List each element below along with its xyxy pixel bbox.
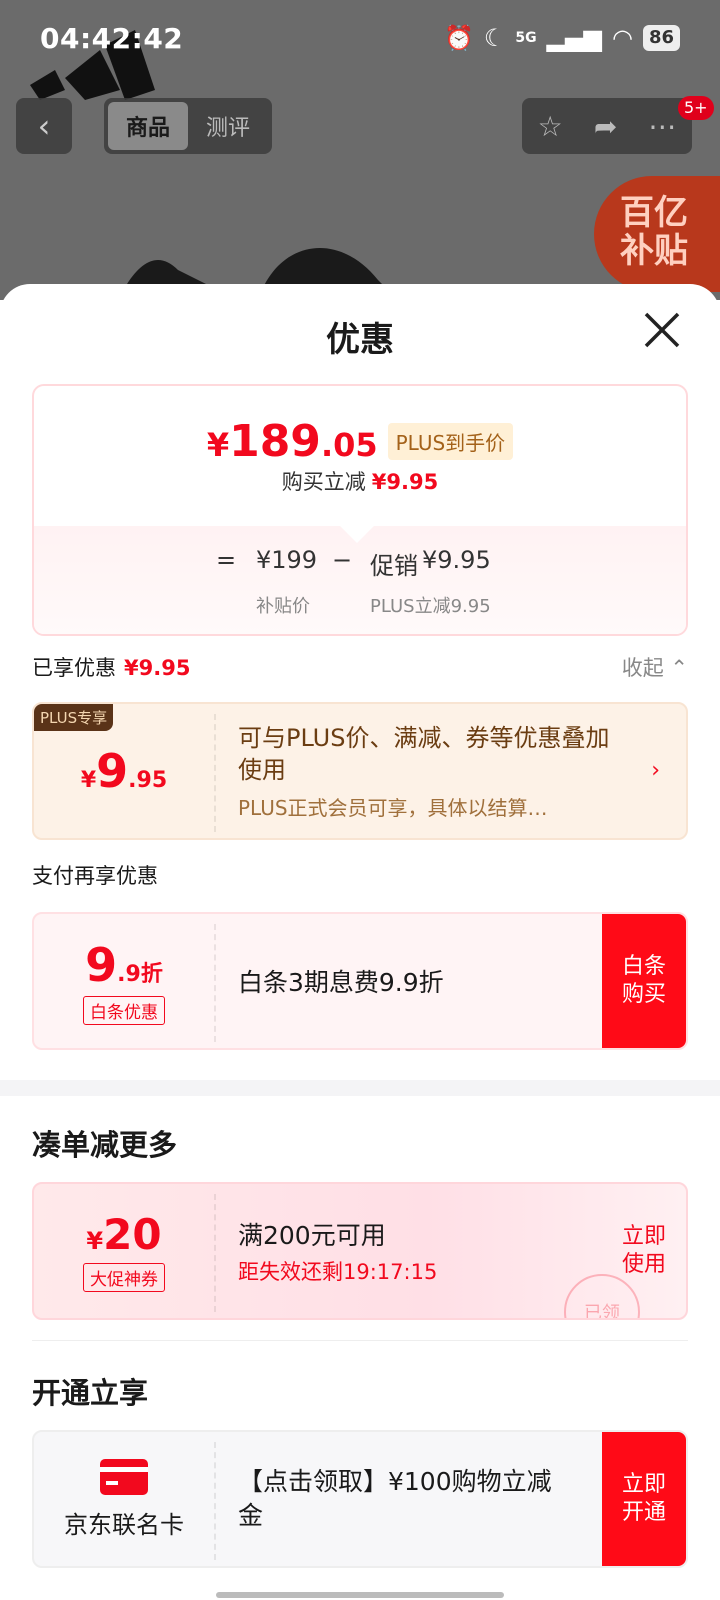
enjoyed-row: 已享优惠 ¥9.95 收起 ⌃: [32, 652, 688, 684]
network-label: 5G: [515, 30, 537, 46]
nav-actions: ☆ ➦ ⋯: [522, 98, 692, 154]
promo-label: 促销: [370, 552, 418, 580]
bundle-section-title: 凑单减更多: [32, 1128, 178, 1162]
status-time: 04:42:42: [40, 22, 184, 55]
minus-sign: −: [332, 546, 353, 574]
product-nav: ‹ 商品 测评 ☆ ➦ ⋯ 5+: [0, 96, 720, 154]
collapse-button[interactable]: 收起 ⌃: [622, 652, 688, 682]
open-card-button[interactable]: 立即开通: [602, 1432, 686, 1566]
battery-indicator: 86: [642, 25, 680, 51]
moon-icon: ☾: [483, 24, 506, 52]
signal-icon: ▂▄▆: [546, 24, 602, 52]
section-divider: [0, 1080, 720, 1096]
plus-coupon-title: 可与PLUS价、满减、券等优惠叠加使用: [238, 723, 610, 784]
close-icon[interactable]: [638, 306, 686, 354]
status-bar: 04:42:42 ⏰ ☾ 5G ▂▄▆ ◠ 86: [0, 0, 720, 80]
chevron-up-icon: ⌃: [670, 656, 688, 680]
baitiao-discount: 9.9折: [85, 937, 163, 992]
plus-coupon[interactable]: PLUS专享 ¥9.95 可与PLUS价、满减、券等优惠叠加使用 PLUS正式会…: [32, 702, 688, 840]
tab-product[interactable]: 商品: [108, 102, 188, 150]
subsidy-line-2: 补贴: [620, 231, 688, 271]
message-badge: 5+: [678, 96, 714, 120]
baitiao-coupon: 9.9折 白条优惠 白条3期息费9.9折 白条购买: [32, 912, 688, 1050]
pay-section-title: 支付再享优惠: [32, 864, 158, 888]
chevron-left-icon: ‹: [37, 107, 51, 145]
share-icon[interactable]: ➦: [594, 110, 617, 143]
promo-caption: PLUS立减9.95: [370, 596, 491, 617]
promo-amount: ¥20: [86, 1210, 162, 1259]
tab-review[interactable]: 测评: [188, 102, 268, 150]
alarm-icon: ⏰: [443, 24, 474, 52]
use-now-button[interactable]: 立即使用: [602, 1184, 686, 1318]
baitiao-coupon-title: 白条3期息费9.9折: [238, 968, 444, 997]
cobrand-card-coupon: 京东联名卡 【点击领取】¥100购物立减金 立即开通: [32, 1430, 688, 1568]
sheet-title: 优惠: [326, 320, 394, 360]
equals-sign: =: [216, 546, 237, 574]
credit-card-icon: [100, 1458, 148, 1495]
star-icon[interactable]: ☆: [538, 110, 563, 143]
subsidy-badge: 百亿 补贴: [594, 176, 720, 292]
plus-discount-amount: ¥9.95: [80, 744, 168, 798]
baitiao-tag: 白条优惠: [83, 995, 165, 1025]
card-offer-title: 【点击领取】¥100购物立减金: [238, 1467, 552, 1530]
separator: [32, 1340, 688, 1341]
chevron-right-icon: ›: [651, 758, 660, 783]
promo-value: ¥9.95: [422, 546, 491, 574]
subsidy-line-1: 百亿: [620, 193, 688, 233]
status-icons: ⏰ ☾ 5G ▂▄▆ ◠ 86: [444, 24, 680, 52]
card-name: 京东联名卡: [64, 1510, 184, 1539]
home-indicator: [216, 1592, 504, 1598]
more-icon[interactable]: ⋯: [648, 110, 676, 143]
instant-discount: 购买立减 ¥9.95: [281, 470, 439, 494]
plus-price-tag: PLUS到手价: [387, 423, 514, 460]
plus-coupon-desc: PLUS正式会员可享，具体以结算…: [238, 795, 548, 820]
subsidy-caption: 补贴价: [256, 596, 310, 617]
price-breakdown: = ¥199 − 促销 ¥9.95 补贴价 PLUS立减9.95: [34, 526, 686, 634]
promo-coupon: ¥20 大促神券 满200元可用 距失效还剩19:17:15 已领 立即使用: [32, 1182, 688, 1320]
back-button[interactable]: ‹: [16, 98, 72, 154]
wifi-icon: ◠: [611, 24, 633, 52]
price-card: ¥189.05 PLUS到手价 购买立减 ¥9.95 = ¥199 − 促销 ¥9…: [32, 384, 688, 636]
product-tabs: 商品 测评: [104, 98, 272, 154]
enjoyed-label: 已享优惠 ¥9.95: [32, 656, 191, 680]
open-section-title: 开通立享: [32, 1376, 149, 1410]
baitiao-buy-button[interactable]: 白条购买: [602, 914, 686, 1048]
promo-tag: 大促神券: [83, 1263, 165, 1292]
final-price: ¥189.05: [206, 416, 378, 467]
discount-sheet: 优惠 ¥189.05 PLUS到手价 购买立减 ¥9.95 = ¥199 − 促销…: [0, 284, 720, 1600]
subsidy-price: ¥199: [256, 546, 318, 574]
promo-condition: 满200元可用: [238, 1221, 386, 1250]
promo-countdown: 距失效还剩19:17:15: [238, 1260, 438, 1284]
